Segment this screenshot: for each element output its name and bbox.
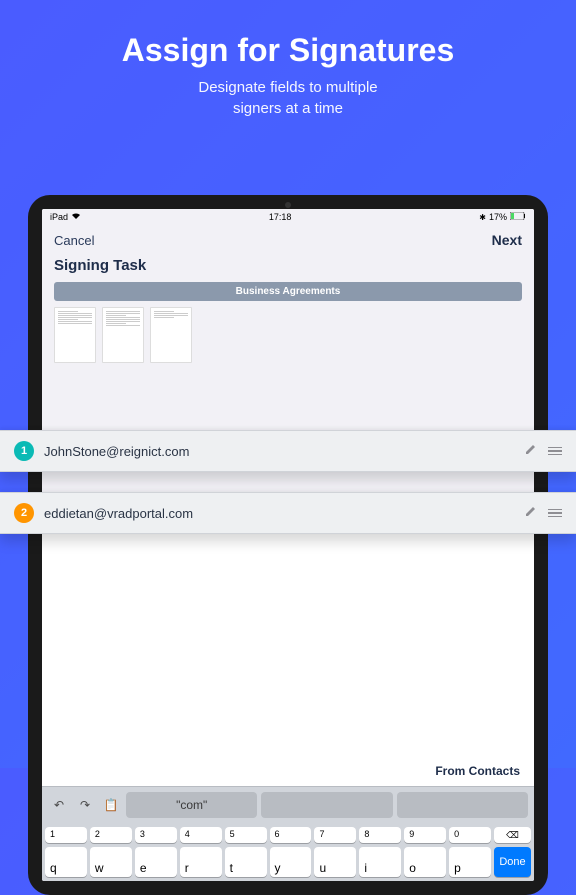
tablet-frame: iPad 17:18 ✱ 17% Cancel Next Signing Tas… bbox=[28, 195, 548, 895]
key[interactable]: 0 bbox=[449, 827, 491, 843]
cancel-button[interactable]: Cancel bbox=[54, 233, 94, 248]
promo-title: Assign for Signatures bbox=[20, 32, 556, 69]
document-thumbnail[interactable] bbox=[102, 307, 144, 363]
undo-icon[interactable]: ↶ bbox=[48, 793, 70, 817]
key[interactable]: y bbox=[270, 847, 312, 877]
clipboard-icon[interactable]: 📋 bbox=[100, 793, 122, 817]
edit-icon[interactable] bbox=[524, 442, 538, 461]
key[interactable]: 9 bbox=[404, 827, 446, 843]
key[interactable]: p bbox=[449, 847, 491, 877]
key[interactable]: r bbox=[180, 847, 222, 877]
done-key[interactable]: Done bbox=[494, 847, 531, 877]
signer-row[interactable]: 1 JohnStone@reignict.com bbox=[0, 430, 576, 472]
status-carrier: iPad bbox=[50, 212, 68, 222]
key[interactable]: t bbox=[225, 847, 267, 877]
signer-row[interactable]: 2 eddietan@vradportal.com bbox=[0, 492, 576, 534]
key[interactable]: e bbox=[135, 847, 177, 877]
key[interactable]: w bbox=[90, 847, 132, 877]
keyboard-suggestion[interactable] bbox=[397, 792, 528, 818]
backspace-key[interactable]: ⌫ bbox=[494, 827, 531, 843]
keyboard-toolbar: ↶ ↷ 📋 "com" bbox=[42, 786, 534, 823]
key[interactable]: u bbox=[314, 847, 356, 877]
screen: iPad 17:18 ✱ 17% Cancel Next Signing Tas… bbox=[42, 209, 534, 881]
promo-header: Assign for Signatures Designate fields t… bbox=[0, 0, 576, 139]
title-row: Signing Task bbox=[42, 255, 534, 282]
reorder-icon[interactable] bbox=[548, 509, 562, 518]
key[interactable]: o bbox=[404, 847, 446, 877]
key[interactable]: i bbox=[359, 847, 401, 877]
signer-email: JohnStone@reignict.com bbox=[44, 444, 514, 459]
page-title: Signing Task bbox=[54, 257, 522, 274]
document-thumbnail[interactable] bbox=[54, 307, 96, 363]
keyboard-suggestion[interactable] bbox=[261, 792, 392, 818]
wifi-icon bbox=[71, 212, 81, 222]
signer-badge: 2 bbox=[14, 503, 34, 523]
keyboard-suggestion[interactable]: "com" bbox=[126, 792, 257, 818]
key[interactable]: 7 bbox=[314, 827, 356, 843]
status-bar: iPad 17:18 ✱ 17% bbox=[42, 209, 534, 225]
status-time: 17:18 bbox=[269, 212, 292, 222]
redo-icon[interactable]: ↷ bbox=[74, 793, 96, 817]
tablet-camera bbox=[285, 202, 291, 208]
document-thumbnail[interactable] bbox=[150, 307, 192, 363]
key[interactable]: q bbox=[45, 847, 87, 877]
key[interactable]: 2 bbox=[90, 827, 132, 843]
reorder-icon[interactable] bbox=[548, 447, 562, 456]
key[interactable]: 6 bbox=[270, 827, 312, 843]
key[interactable]: 1 bbox=[45, 827, 87, 843]
signer-email: eddietan@vradportal.com bbox=[44, 506, 514, 521]
key[interactable]: 8 bbox=[359, 827, 401, 843]
key[interactable]: 3 bbox=[135, 827, 177, 843]
key[interactable]: 5 bbox=[225, 827, 267, 843]
key[interactable]: 4 bbox=[180, 827, 222, 843]
battery-icon bbox=[510, 212, 526, 222]
document-group-header[interactable]: Business Agreements bbox=[54, 282, 522, 301]
document-section: Business Agreements bbox=[42, 282, 534, 373]
document-thumbnails bbox=[54, 307, 522, 363]
bluetooth-icon: ✱ bbox=[479, 213, 486, 222]
keyboard: 1 2 3 4 5 6 7 8 9 0 ⌫ q w e r t bbox=[42, 823, 534, 881]
navbar: Cancel Next bbox=[42, 225, 534, 255]
promo-subtitle: Designate fields to multiple signers at … bbox=[20, 77, 556, 119]
status-battery: 17% bbox=[489, 212, 507, 222]
next-button[interactable]: Next bbox=[492, 232, 522, 248]
edit-icon[interactable] bbox=[524, 504, 538, 523]
signer-badge: 1 bbox=[14, 441, 34, 461]
from-contacts-button[interactable]: From Contacts bbox=[42, 756, 534, 786]
